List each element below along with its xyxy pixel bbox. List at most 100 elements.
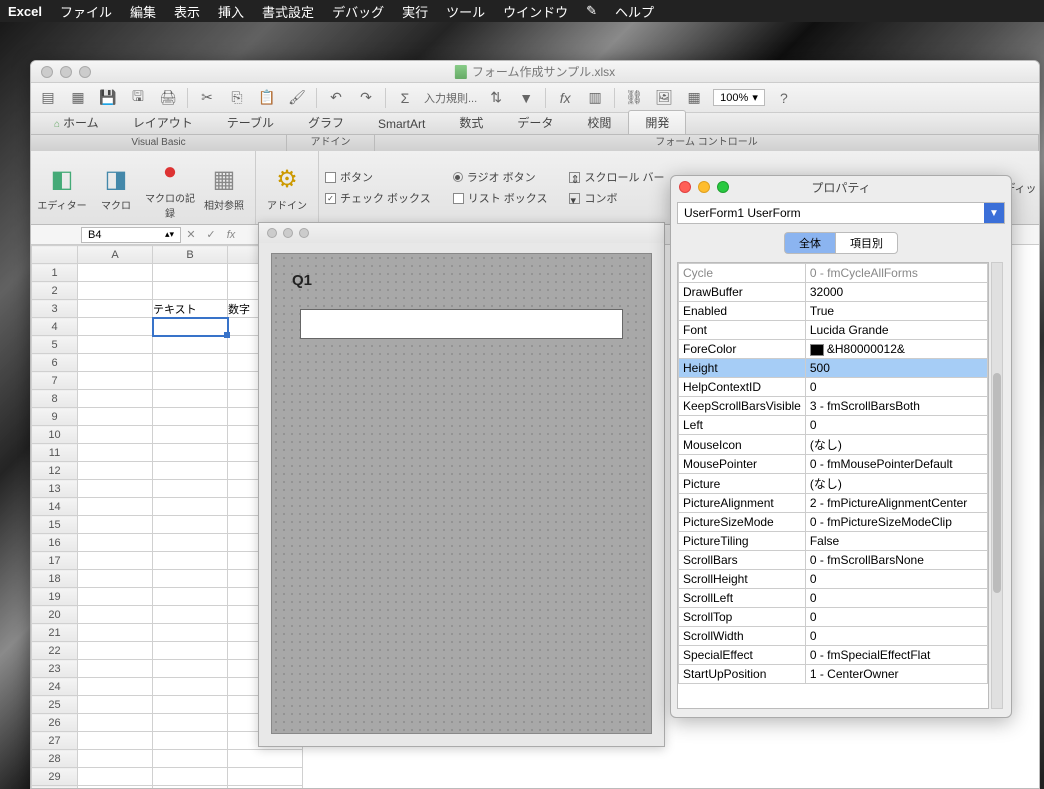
sort-icon[interactable]: ⇅ bbox=[485, 87, 507, 109]
prop-row-ScrollLeft[interactable]: ScrollLeft0 bbox=[679, 589, 988, 608]
app-name[interactable]: Excel bbox=[8, 4, 42, 19]
chart-icon[interactable]: ▥ bbox=[584, 87, 606, 109]
prop-row-MousePointer[interactable]: MousePointer0 - fmMousePointerDefault bbox=[679, 455, 988, 474]
cell-A29[interactable] bbox=[78, 768, 153, 786]
cell-A23[interactable] bbox=[78, 660, 153, 678]
tab-developer[interactable]: 開発 bbox=[628, 110, 686, 134]
menu-file[interactable]: ファイル bbox=[60, 2, 112, 21]
prop-row-ScrollTop[interactable]: ScrollTop0 bbox=[679, 608, 988, 627]
cell-A6[interactable] bbox=[78, 354, 153, 372]
menu-format[interactable]: 書式設定 bbox=[262, 2, 314, 21]
cell-A8[interactable] bbox=[78, 390, 153, 408]
prop-row-DrawBuffer[interactable]: DrawBuffer32000 bbox=[679, 283, 988, 302]
validation-label[interactable]: 入力規則... bbox=[424, 90, 477, 106]
picture-icon[interactable]: 🖼 bbox=[653, 87, 675, 109]
cell-A7[interactable] bbox=[78, 372, 153, 390]
userform-textbox[interactable] bbox=[300, 309, 623, 339]
cell-A9[interactable] bbox=[78, 408, 153, 426]
cell-B19[interactable] bbox=[153, 588, 228, 606]
script-icon[interactable]: ✎ bbox=[586, 3, 597, 19]
form-button[interactable]: ボタン bbox=[325, 169, 431, 185]
win-close[interactable] bbox=[41, 66, 53, 78]
macro-button[interactable]: ◨マクロ bbox=[91, 155, 141, 220]
userform-label-q1[interactable]: Q1 bbox=[292, 272, 312, 289]
cell-A14[interactable] bbox=[78, 498, 153, 516]
editor-button[interactable]: ◧エディター bbox=[37, 155, 87, 220]
uf-min[interactable] bbox=[283, 228, 293, 238]
prop-row-PictureSizeMode[interactable]: PictureSizeMode0 - fmPictureSizeModeClip bbox=[679, 513, 988, 532]
tab-charts[interactable]: グラフ bbox=[291, 110, 361, 134]
cell-B18[interactable] bbox=[153, 570, 228, 588]
save-icon[interactable]: 💾 bbox=[97, 87, 119, 109]
menu-window[interactable]: ウインドウ bbox=[503, 2, 568, 21]
cell-B12[interactable] bbox=[153, 462, 228, 480]
userform-designer-window[interactable]: Q1 bbox=[258, 222, 665, 747]
menu-debug[interactable]: デバッグ bbox=[332, 2, 384, 21]
prop-row-ScrollHeight[interactable]: ScrollHeight0 bbox=[679, 570, 988, 589]
name-box[interactable]: B4▴▾ bbox=[81, 227, 181, 243]
props-close[interactable] bbox=[679, 181, 691, 193]
properties-object-selector[interactable]: UserForm1 UserForm ▼ bbox=[677, 202, 1005, 224]
cell-C30[interactable] bbox=[228, 786, 303, 789]
cell-A16[interactable] bbox=[78, 534, 153, 552]
paste-icon[interactable]: 📋 bbox=[256, 87, 278, 109]
userform-canvas[interactable]: Q1 bbox=[271, 253, 652, 734]
prop-row-PictureTiling[interactable]: PictureTilingFalse bbox=[679, 532, 988, 551]
form-scrollbar[interactable]: ⇕スクロール バー bbox=[569, 169, 664, 185]
cell-A28[interactable] bbox=[78, 750, 153, 768]
cell-A5[interactable] bbox=[78, 336, 153, 354]
fx-button[interactable]: fx bbox=[221, 229, 241, 241]
prop-row-Font[interactable]: FontLucida Grande bbox=[679, 321, 988, 340]
autosum-icon[interactable]: Σ bbox=[394, 87, 416, 109]
cell-A22[interactable] bbox=[78, 642, 153, 660]
cell-B30[interactable] bbox=[153, 786, 228, 789]
cell-A20[interactable] bbox=[78, 606, 153, 624]
form-combo[interactable]: ▾コンボ bbox=[569, 190, 664, 206]
cut-icon[interactable]: ✂ bbox=[196, 87, 218, 109]
cell-B23[interactable] bbox=[153, 660, 228, 678]
form-checkbox[interactable]: ✓チェック ボックス bbox=[325, 190, 431, 206]
table-icon[interactable]: ▦ bbox=[683, 87, 705, 109]
properties-scrollbar[interactable] bbox=[991, 262, 1003, 709]
undo-icon[interactable]: ↶ bbox=[325, 87, 347, 109]
cell-A15[interactable] bbox=[78, 516, 153, 534]
chevron-down-icon[interactable]: ▼ bbox=[984, 203, 1004, 223]
props-min[interactable] bbox=[698, 181, 710, 193]
cell-A3[interactable] bbox=[78, 300, 153, 318]
menu-run[interactable]: 実行 bbox=[402, 2, 428, 21]
copy-icon[interactable]: ⎘ bbox=[226, 87, 248, 109]
cell-B5[interactable] bbox=[153, 336, 228, 354]
props-zoom[interactable] bbox=[717, 181, 729, 193]
cell-A25[interactable] bbox=[78, 696, 153, 714]
cell-B27[interactable] bbox=[153, 732, 228, 750]
tab-tables[interactable]: テーブル bbox=[210, 110, 291, 134]
cell-A13[interactable] bbox=[78, 480, 153, 498]
cell-A24[interactable] bbox=[78, 678, 153, 696]
cell-B11[interactable] bbox=[153, 444, 228, 462]
menu-help[interactable]: ヘルプ bbox=[615, 2, 654, 21]
cell-B25[interactable] bbox=[153, 696, 228, 714]
cell-A17[interactable] bbox=[78, 552, 153, 570]
cell-B2[interactable] bbox=[153, 282, 228, 300]
cell-A10[interactable] bbox=[78, 426, 153, 444]
win-zoom[interactable] bbox=[79, 66, 91, 78]
cell-B6[interactable] bbox=[153, 354, 228, 372]
cell-C28[interactable] bbox=[228, 750, 303, 768]
help-icon[interactable]: ? bbox=[773, 87, 795, 109]
cell-B15[interactable] bbox=[153, 516, 228, 534]
scrollbar-thumb[interactable] bbox=[993, 373, 1001, 593]
cell-A27[interactable] bbox=[78, 732, 153, 750]
cell-B20[interactable] bbox=[153, 606, 228, 624]
tab-review[interactable]: 校閲 bbox=[570, 110, 628, 134]
cell-B4[interactable] bbox=[153, 318, 228, 336]
prop-row-Height[interactable]: Height500 bbox=[679, 359, 988, 378]
cell-B24[interactable] bbox=[153, 678, 228, 696]
cell-A1[interactable] bbox=[78, 264, 153, 282]
prop-row-ScrollWidth[interactable]: ScrollWidth0 bbox=[679, 627, 988, 646]
open-icon[interactable]: ▦ bbox=[67, 87, 89, 109]
redo-icon[interactable]: ↷ bbox=[355, 87, 377, 109]
prop-row-Cycle[interactable]: Cycle0 - fmCycleAllForms bbox=[679, 264, 988, 283]
uf-zoom[interactable] bbox=[299, 228, 309, 238]
cell-B26[interactable] bbox=[153, 714, 228, 732]
cell-B14[interactable] bbox=[153, 498, 228, 516]
